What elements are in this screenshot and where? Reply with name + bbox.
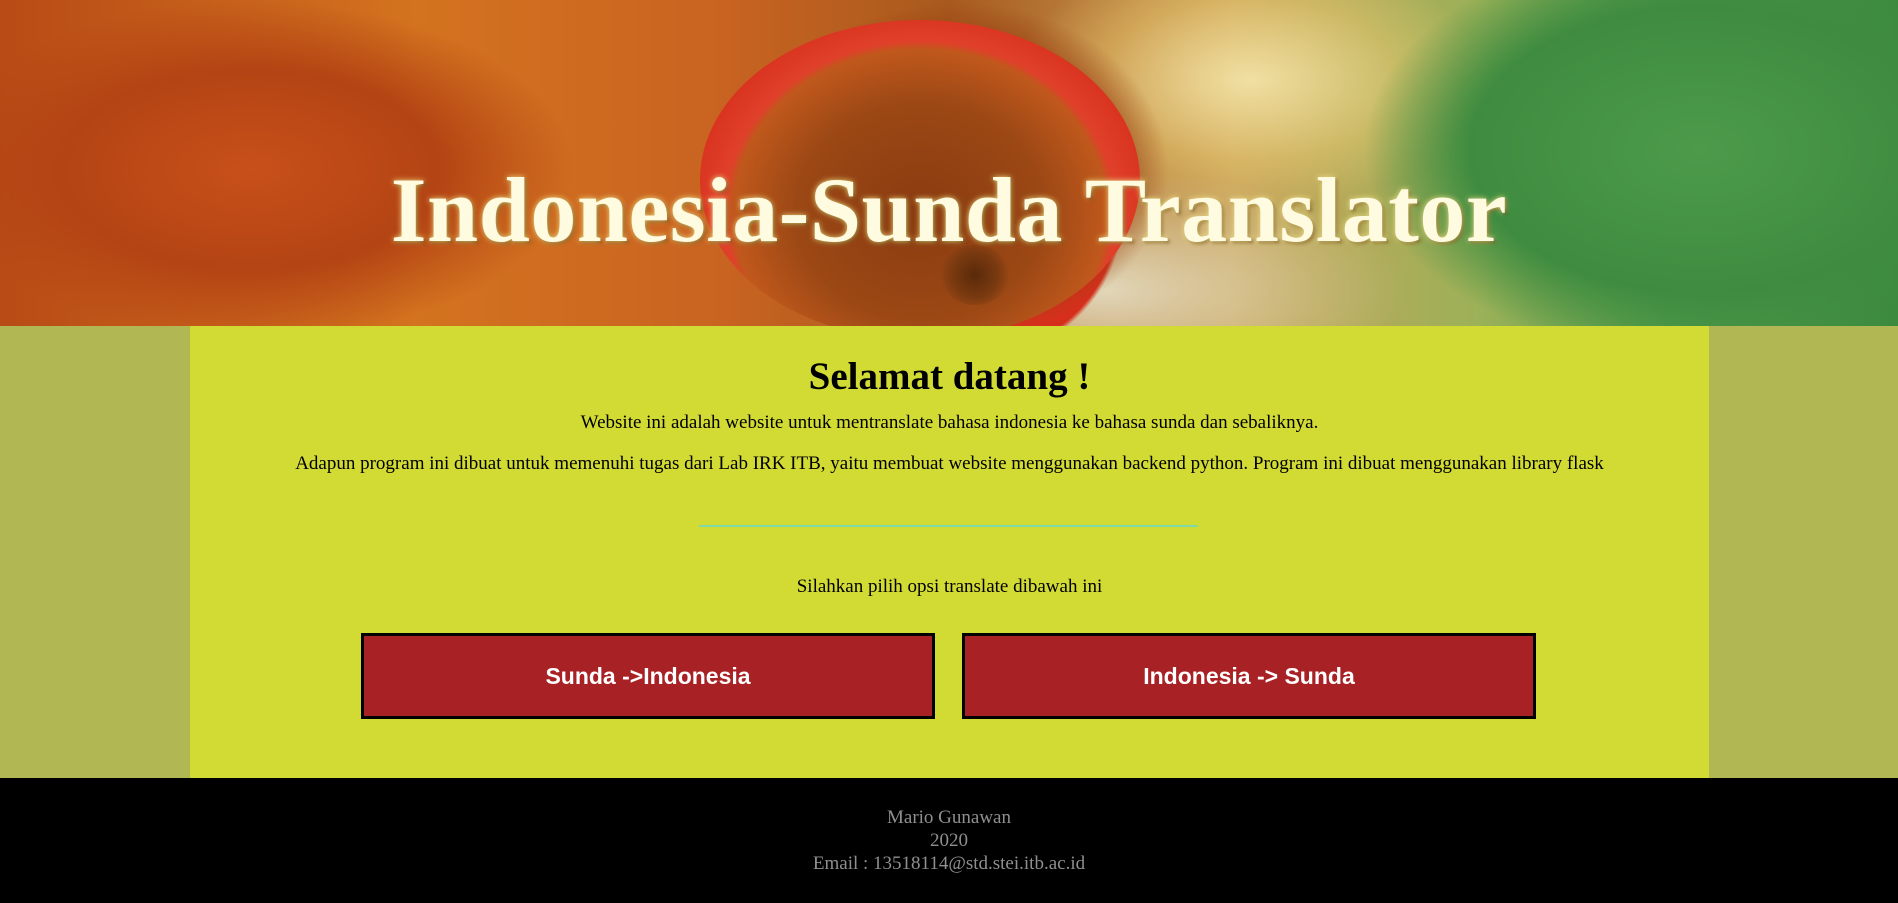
- translate-prompt: Silahkan pilih opsi translate dibawah in…: [796, 576, 1103, 597]
- main-content: Selamat datang ! Website ini adalah webs…: [190, 326, 1709, 778]
- intro-text-1: Website ini adalah website untuk mentran…: [580, 412, 1319, 433]
- intro-text-2: Adapun program ini dibuat untuk memenuhi…: [295, 453, 1604, 474]
- footer: Mario Gunawan 2020 Email : 13518114@std.…: [0, 778, 1898, 903]
- footer-year: 2020: [930, 830, 968, 851]
- divider: [699, 525, 1198, 527]
- page-title: Indonesia-Sunda Translator: [390, 158, 1508, 261]
- welcome-heading: Selamat datang !: [808, 355, 1091, 398]
- sunda-to-indonesia-button[interactable]: Sunda ->Indonesia: [361, 633, 935, 719]
- indonesia-to-sunda-button[interactable]: Indonesia -> Sunda: [962, 633, 1536, 719]
- footer-email: Email : 13518114@std.stei.itb.ac.id: [812, 853, 1086, 874]
- hero-banner: Indonesia-Sunda Translator: [0, 0, 1898, 326]
- footer-author: Mario Gunawan: [887, 807, 1011, 828]
